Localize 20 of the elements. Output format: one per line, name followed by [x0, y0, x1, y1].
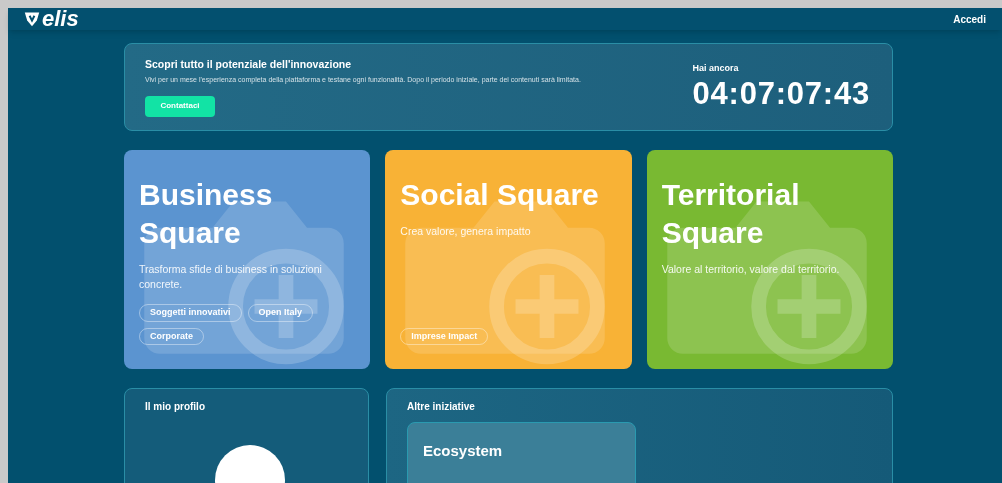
shield-logo-icon: [24, 11, 40, 27]
square-title: Territorial Square: [661, 177, 801, 251]
square-title: Business Square: [139, 177, 274, 251]
square-card[interactable]: Territorial Square Valore al territorio, valore dal territorio.: [646, 150, 893, 369]
login-link[interactable]: Accedi: [953, 11, 986, 27]
logo-text: elis: [42, 8, 79, 30]
panel-title: Il mio profilo: [145, 400, 206, 414]
square-card[interactable]: Business Square Trasforma sfide di business in soluzioni concrete. Soggetti innovativi Open Italy Corporate: [124, 150, 371, 369]
countdown-timer: 04:07:07:43: [692, 75, 870, 112]
panel-title: Altre iniziative: [407, 400, 476, 414]
square-card[interactable]: Social Square Crea valore, genera impatto Imprese Impact: [385, 150, 632, 369]
banner-title: Scopri tutto il potenziale dell'innovazione: [145, 57, 353, 73]
square-subtitle: Crea valore, genera impatto: [400, 224, 532, 239]
initiative-title: Ecosystem: [423, 442, 503, 459]
square-subtitle: Valore al territorio, valore dal territorio.: [661, 262, 841, 277]
countdown-label: Hai ancora: [692, 62, 740, 76]
contact-button[interactable]: Contattaci: [145, 95, 215, 117]
square-title: Social Square: [400, 177, 600, 213]
square-subtitle: Trasforma sfide di business in soluzioni concrete.: [139, 262, 323, 292]
initiative-card[interactable]: Ecosystem: [407, 422, 636, 483]
